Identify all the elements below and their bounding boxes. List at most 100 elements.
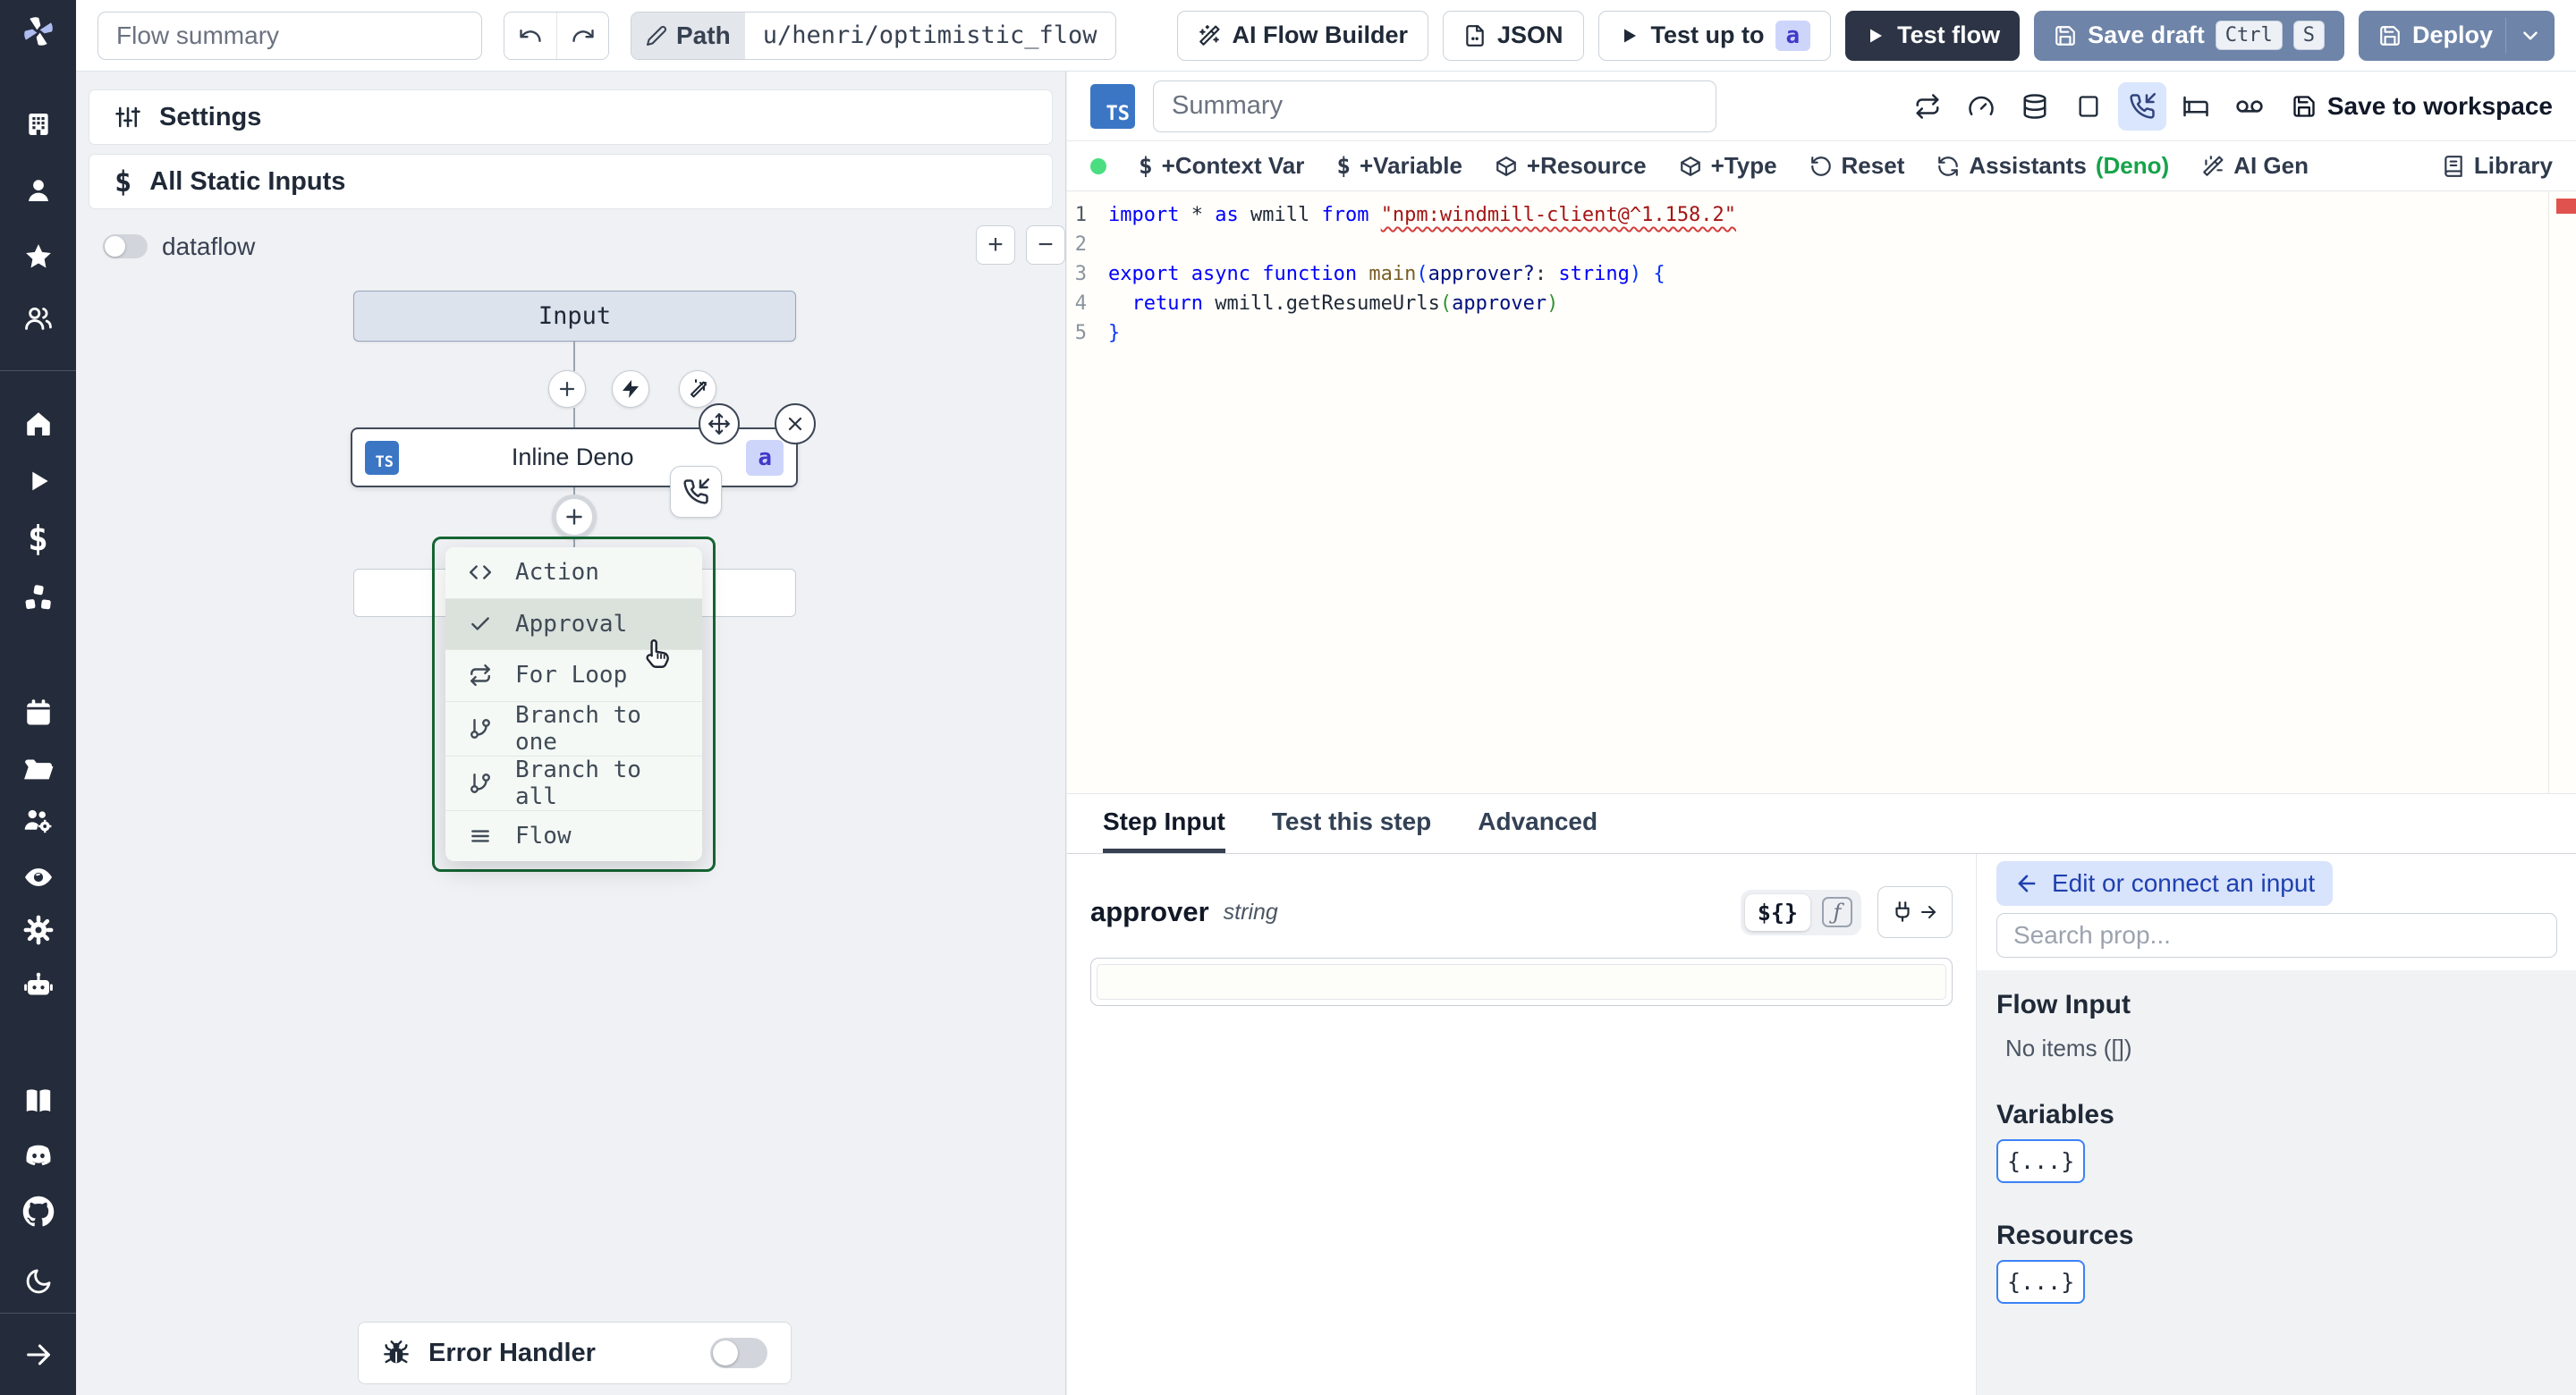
menu-item-action[interactable]: Action	[445, 547, 702, 599]
delete-node-icon[interactable]	[775, 403, 816, 444]
wand-icon	[1198, 24, 1221, 47]
voicemail-icon[interactable]	[2225, 82, 2274, 131]
tab-test-this-step[interactable]: Test this step	[1272, 794, 1431, 853]
check-icon	[469, 613, 492, 636]
json-label: JSON	[1496, 21, 1563, 48]
groups-icon[interactable]	[0, 298, 76, 339]
suspend-phone-incoming-icon[interactable]	[670, 466, 722, 518]
docs-book-icon[interactable]	[0, 1080, 76, 1121]
code-editor[interactable]: 1 import * as wmill from "npm:windmill-cl…	[1067, 191, 2576, 794]
book-icon	[2442, 155, 2465, 178]
zoom-in-button[interactable]: +	[976, 225, 1015, 265]
test-up-to-button[interactable]: Test up to a	[1597, 10, 1832, 61]
schedules-calendar-icon[interactable]	[0, 692, 76, 733]
step-tabs: Step Input Test this step Advanced	[1067, 794, 2576, 854]
step-setting-icons: Save to workspace	[1903, 81, 2553, 131]
dark-mode-moon-icon[interactable]	[0, 1261, 76, 1302]
edit-or-connect-back-button[interactable]: Edit or connect an input	[1996, 861, 2334, 906]
flow-summary-input[interactable]	[97, 11, 482, 60]
path-value[interactable]: u/henri/optimistic_flow	[744, 12, 1115, 59]
add-variable-button[interactable]: $ +Variable	[1336, 152, 1462, 180]
kbd-ctrl: Ctrl	[2215, 21, 2283, 50]
typescript-badge: TS	[365, 440, 399, 475]
menu-item-for-loop[interactable]: For Loop	[445, 650, 702, 702]
add-resource-button[interactable]: +Resource	[1495, 152, 1647, 180]
settings-gear-icon[interactable]	[0, 909, 76, 951]
trigger-zap-icon[interactable]	[612, 370, 649, 408]
fn-glyph: ƒ	[1822, 897, 1852, 927]
menu-item-label: Flow	[515, 822, 572, 850]
favorites-star-icon[interactable]	[0, 236, 76, 277]
variables-dollar-icon[interactable]: $	[0, 518, 76, 559]
test-flow-button[interactable]: Test flow	[1845, 10, 2021, 61]
menu-item-approval[interactable]: Approval	[445, 598, 702, 650]
ai-gen-button[interactable]: AI Gen	[2201, 152, 2309, 180]
dataflow-toggle[interactable]	[103, 234, 148, 258]
reset-label: Reset	[1841, 152, 1905, 179]
zoom-out-button[interactable]: −	[1026, 225, 1065, 265]
error-handler-node[interactable]: Error Handler	[358, 1322, 792, 1384]
path-edit-button[interactable]: Path	[631, 12, 745, 59]
ai-flow-builder-button[interactable]: AI Flow Builder	[1177, 10, 1428, 61]
connect-input-plug-button[interactable]	[1877, 886, 1953, 938]
retry-repeat-icon[interactable]	[1903, 82, 1952, 131]
pencil-icon	[646, 25, 667, 46]
search-prop-input[interactable]	[1996, 913, 2557, 958]
flow-settings-row[interactable]: Settings	[89, 89, 1053, 145]
add-variable-label: +Variable	[1359, 152, 1462, 179]
ai-wand-icon[interactable]	[679, 370, 716, 408]
fn-mode-button[interactable]: ƒ	[1818, 897, 1857, 927]
undo-button[interactable]	[504, 12, 556, 59]
sleep-bed-icon[interactable]	[2172, 82, 2220, 131]
json-button[interactable]: JSON	[1442, 10, 1584, 61]
workspace-icon[interactable]	[0, 104, 76, 145]
move-node-icon[interactable]	[699, 403, 740, 444]
discord-icon[interactable]	[0, 1136, 76, 1177]
suspend-phone-incoming-icon[interactable]	[2117, 81, 2166, 131]
expr-mode-button[interactable]: ${}	[1744, 893, 1810, 931]
add-type-button[interactable]: +Type	[1679, 152, 1777, 180]
assistants-label: Assistants	[1969, 152, 2087, 179]
flow-input-heading: Flow Input	[1996, 990, 2131, 1019]
save-draft-button[interactable]: Save draft Ctrl S	[2034, 10, 2344, 61]
input-node[interactable]: Input	[353, 291, 796, 342]
runs-play-icon[interactable]	[0, 461, 76, 502]
edit-or-connect-label: Edit or connect an input	[2052, 869, 2316, 897]
chevron-down-icon[interactable]	[2519, 24, 2542, 47]
concurrency-gauge-icon[interactable]	[1957, 82, 2005, 131]
approver-value-input[interactable]	[1090, 958, 1953, 1006]
tab-step-input[interactable]: Step Input	[1103, 794, 1225, 853]
workers-users-gear-icon[interactable]	[0, 800, 76, 841]
folders-icon[interactable]	[0, 748, 76, 790]
menu-item-branch-to-one[interactable]: Branch to one	[445, 702, 702, 757]
variables-object-chip[interactable]: {...}	[1996, 1139, 2086, 1183]
home-icon[interactable]	[0, 403, 76, 444]
expand-sidebar-arrow-icon[interactable]	[0, 1334, 76, 1375]
redo-button[interactable]	[556, 12, 608, 59]
audit-eye-icon[interactable]	[0, 857, 76, 898]
error-handler-toggle[interactable]	[710, 1338, 767, 1368]
tab-advanced[interactable]: Advanced	[1478, 794, 1597, 853]
resources-cubes-icon[interactable]	[0, 578, 76, 619]
all-static-inputs-row[interactable]: $ All Static Inputs	[89, 154, 1053, 209]
mock-square-icon[interactable]	[2064, 82, 2113, 131]
menu-item-branch-to-all[interactable]: Branch to all	[445, 757, 702, 811]
github-icon[interactable]	[0, 1191, 76, 1232]
assistants-button[interactable]: Assistants (Deno)	[1936, 152, 2169, 180]
app-sidebar: $	[0, 0, 76, 1395]
user-icon[interactable]	[0, 170, 76, 211]
library-button[interactable]: Library	[2442, 152, 2553, 180]
deploy-button[interactable]: Deploy	[2358, 10, 2555, 61]
cache-database-icon[interactable]	[2011, 82, 2059, 131]
ai-bot-icon[interactable]	[0, 965, 76, 1006]
windmill-logo-icon[interactable]	[0, 11, 76, 52]
save-to-workspace-button[interactable]: Save to workspace	[2292, 92, 2553, 121]
insert-step-plus-icon[interactable]	[548, 370, 586, 408]
reset-button[interactable]: Reset	[1809, 152, 1905, 180]
resources-object-chip[interactable]: {...}	[1996, 1260, 2086, 1304]
add-context-var-button[interactable]: $ +Context Var	[1139, 152, 1304, 180]
step-summary-input[interactable]	[1153, 80, 1716, 132]
menu-item-flow[interactable]: Flow	[445, 811, 702, 862]
git-branch-icon	[469, 772, 492, 795]
insert-step-below-plus-icon[interactable]	[552, 495, 597, 539]
